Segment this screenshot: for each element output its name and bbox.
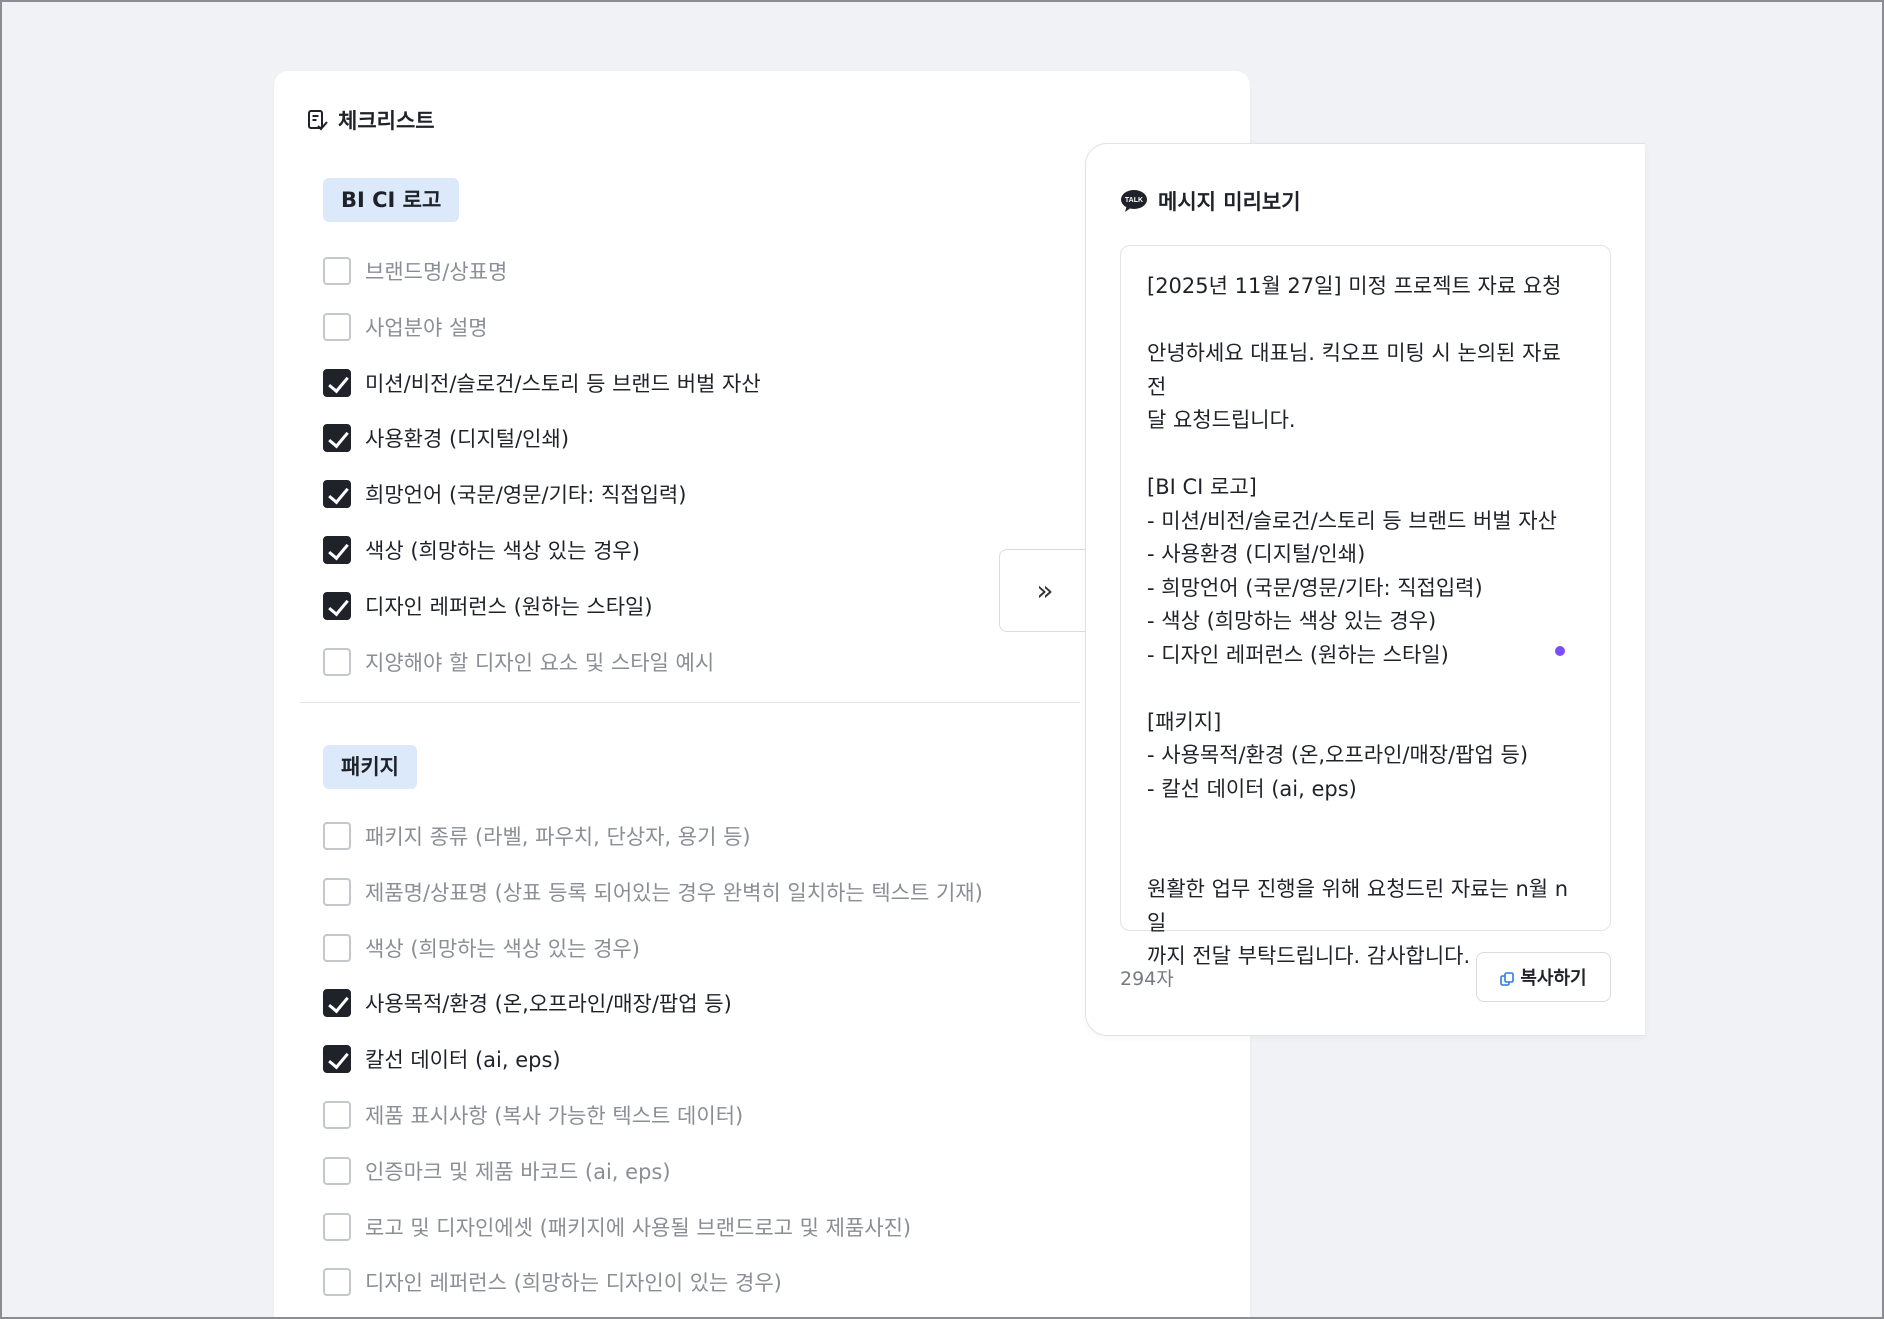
section-divider (300, 702, 1080, 703)
checklist-title: 체크리스트 (338, 109, 435, 133)
transfer-button[interactable]: » (999, 549, 1091, 632)
checklist-item[interactable]: 색상 (희망하는 색상 있는 경우) (323, 933, 640, 963)
checklist-icon (308, 110, 328, 131)
checklist-item-label: 제품명/상표명 (상표 등록 되어있는 경우 완벽히 일치하는 텍스트 기재) (365, 880, 983, 905)
typing-indicator-dot (1555, 646, 1565, 656)
copy-icon (1500, 970, 1515, 986)
message-line: 달 요청드립니다. (1147, 408, 1296, 432)
checkbox-checked[interactable] (323, 480, 351, 509)
message-line: - 디자인 레퍼런스 (원하는 스타일) (1147, 642, 1449, 667)
message-line (1147, 840, 1584, 874)
double-chevron-right-icon: » (1036, 574, 1054, 607)
message-line: [패키지] (1147, 709, 1222, 734)
checklist-item[interactable]: 색상 (희망하는 색상 있는 경우) (323, 535, 640, 565)
section-tag-package: 패키지 (323, 745, 417, 789)
message-preview-card: TALK 메시지 미리보기 [2025년 11월 27일] 미정 프로젝트 자료… (1085, 143, 1645, 1036)
checklist-item-label: 제품 표시사항 (복사 가능한 텍스트 데이터) (365, 1104, 744, 1128)
checkbox-unchecked[interactable] (323, 647, 351, 676)
checklist-header: 체크리스트 (306, 105, 435, 135)
message-line: - 희망언어 (국문/영문/기타: 직접입력) (1147, 575, 1483, 600)
message-line: 안녕하세요 대표님. 킥오프 미팅 시 논의된 자료 전 (1147, 341, 1568, 399)
checkbox-unchecked[interactable] (323, 822, 351, 850)
checklist-item[interactable]: 로고 및 디자인에셋 (패키지에 사용될 브랜드로고 및 제품사진) (323, 1212, 911, 1242)
checklist-item[interactable]: 제품명/상표명 (상표 등록 되어있는 경우 완벽히 일치하는 텍스트 기재) (323, 877, 983, 907)
checklist-item-label: 패키지 종류 (라벨, 파우치, 단상자, 용기 등) (365, 825, 751, 849)
checklist-item[interactable]: 패키지 종류 (라벨, 파우치, 단상자, 용기 등) (323, 821, 751, 851)
checklist-item[interactable]: 디자인 레퍼런스 (희망하는 디자인이 있는 경우) (323, 1267, 782, 1297)
message-line (1147, 806, 1584, 840)
checkbox-unchecked[interactable] (323, 1268, 351, 1297)
checkbox-unchecked[interactable] (323, 257, 351, 285)
checklist-item[interactable]: 사업분야 설명 (323, 312, 488, 342)
checkbox-checked[interactable] (323, 989, 351, 1018)
preview-title: 메시지 미리보기 (1158, 190, 1301, 214)
checkbox-checked[interactable] (323, 591, 351, 620)
checkbox-unchecked[interactable] (323, 933, 351, 962)
checklist-item-label: 사업분야 설명 (365, 315, 488, 340)
message-textarea[interactable]: [2025년 11월 27일] 미정 프로젝트 자료 요청안녕하세요 대표님. … (1120, 245, 1611, 968)
message-line: 원활한 업무 진행을 위해 요청드린 자료는 n월 n일 (1147, 877, 1569, 935)
checkbox-unchecked[interactable] (323, 1212, 351, 1241)
section-tag-bi-ci: BI CI 로고 (323, 178, 460, 222)
message-line: - 미션/비전/슬로건/스토리 등 브랜드 버벌 자산 (1147, 508, 1557, 533)
message-line: - 색상 (희망하는 색상 있는 경우) (1147, 609, 1437, 633)
char-count: 294자 (1120, 968, 1174, 990)
checkbox-checked[interactable] (323, 368, 351, 397)
message-line: - 사용목적/환경 (온,오프라인/매장/팝업 등) (1147, 743, 1529, 767)
checklist-item-label: 로고 및 디자인에셋 (패키지에 사용될 브랜드로고 및 제품사진) (365, 1215, 912, 1240)
checklist-item[interactable]: 디자인 레퍼런스 (원하는 스타일) (323, 591, 653, 621)
checkbox-unchecked[interactable] (323, 312, 351, 341)
checkbox-checked[interactable] (323, 424, 351, 453)
checklist-item-label: 색상 (희망하는 색상 있는 경우) (365, 539, 640, 563)
kakao-talk-icon: TALK (1120, 189, 1148, 213)
checklist-item[interactable]: 칼선 데이터 (ai, eps) (323, 1044, 561, 1074)
message-line: - 사용환경 (디지털/인쇄) (1147, 542, 1366, 566)
checklist-item-label: 디자인 레퍼런스 (원하는 스타일) (365, 594, 653, 619)
checklist-item-label: 사용목적/환경 (온,오프라인/매장/팝업 등) (365, 992, 732, 1017)
checklist-item-label: 미션/비전/슬로건/스토리 등 브랜드 버벌 자산 (365, 371, 761, 396)
copy-button[interactable]: 복사하기 (1476, 952, 1611, 1002)
message-line: [BI CI 로고] (1147, 475, 1257, 499)
checklist-item[interactable]: 희망언어 (국문/영문/기타: 직접입력) (323, 479, 686, 509)
checklist-item-label: 사용환경 (디지털/인쇄) (365, 427, 570, 452)
message-line (1147, 672, 1584, 706)
checklist-item-label: 인증마크 및 제품 바코드 (ai, eps) (365, 1159, 671, 1184)
checkbox-checked[interactable] (323, 1045, 351, 1074)
checklist-item[interactable]: 사용목적/환경 (온,오프라인/매장/팝업 등) (323, 988, 732, 1018)
preview-header: TALK 메시지 미리보기 (1120, 186, 1301, 216)
message-line (1147, 304, 1584, 338)
checkbox-unchecked[interactable] (323, 1156, 351, 1185)
message-line: - 칼선 데이터 (ai, eps) (1147, 776, 1357, 801)
checkbox-checked[interactable] (323, 536, 351, 564)
checklist-item-label: 색상 (희망하는 색상 있는 경우) (365, 936, 640, 961)
checkbox-unchecked[interactable] (323, 1101, 351, 1129)
message-line: [2025년 11월 27일] 미정 프로젝트 자료 요청 (1147, 274, 1562, 298)
checklist-item-label: 브랜드명/상표명 (365, 260, 508, 284)
message-line (1147, 438, 1584, 472)
checklist-item[interactable]: 제품 표시사항 (복사 가능한 텍스트 데이터) (323, 1100, 743, 1130)
svg-text:TALK: TALK (1125, 197, 1143, 204)
checkbox-unchecked[interactable] (323, 877, 351, 906)
checklist-item-label: 지양해야 할 디자인 요소 및 스타일 예시 (365, 650, 715, 675)
checklist-item[interactable]: 인증마크 및 제품 바코드 (ai, eps) (323, 1156, 671, 1186)
checklist-item[interactable]: 지양해야 할 디자인 요소 및 스타일 예시 (323, 647, 714, 677)
checklist-item-label: 디자인 레퍼런스 (희망하는 디자인이 있는 경우) (365, 1271, 782, 1296)
checklist-item-label: 희망언어 (국문/영문/기타: 직접입력) (365, 483, 687, 508)
checklist-item[interactable]: 브랜드명/상표명 (323, 256, 507, 286)
checklist-item[interactable]: 사용환경 (디지털/인쇄) (323, 423, 569, 453)
copy-button-label: 복사하기 (1520, 968, 1587, 989)
checklist-item[interactable]: 미션/비전/슬로건/스토리 등 브랜드 버벌 자산 (323, 368, 761, 398)
checklist-item-label: 칼선 데이터 (ai, eps) (365, 1048, 561, 1073)
